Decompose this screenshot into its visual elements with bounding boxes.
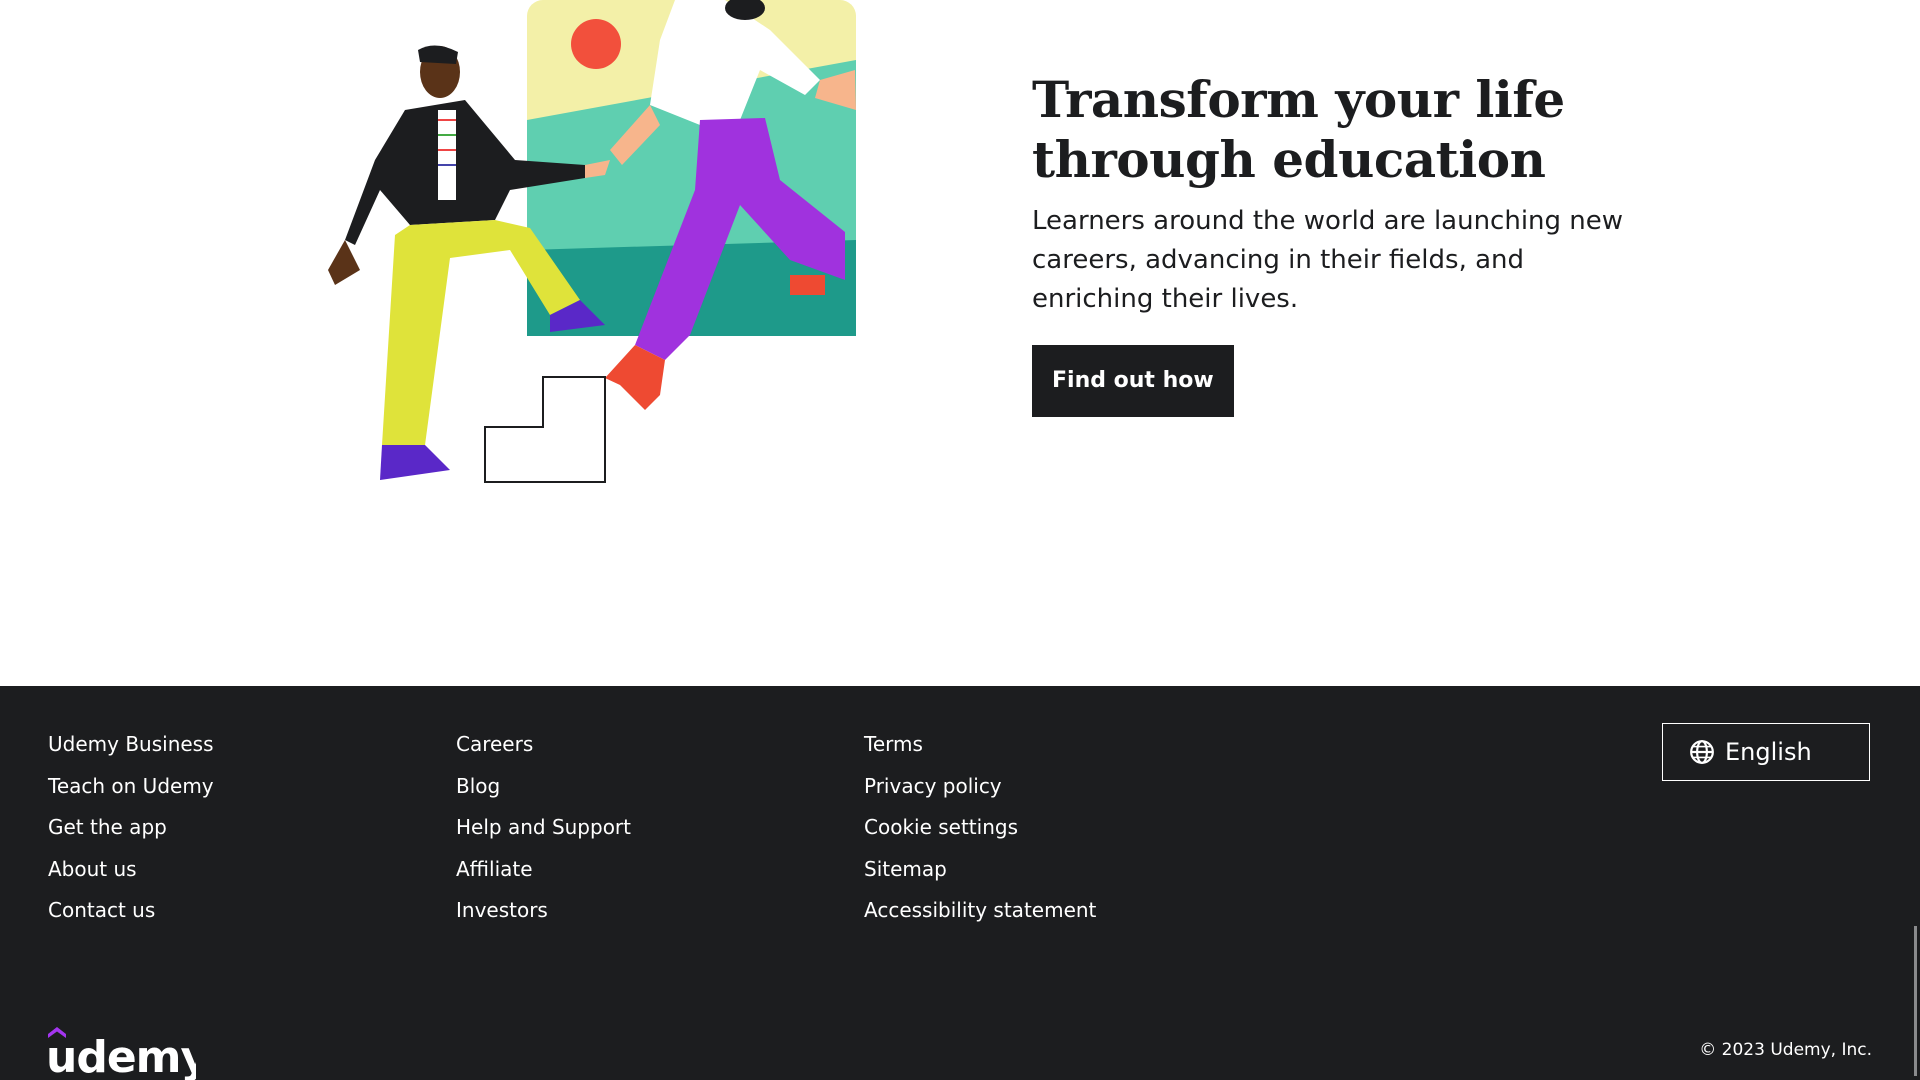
hero-text-block: Transform your life through education Le…	[1032, 70, 1632, 417]
hero-illustration	[328, 0, 856, 483]
footer-link-help-and-support[interactable]: Help and Support	[456, 813, 631, 855]
hero-section: Transform your life through education Le…	[0, 0, 1920, 686]
footer-column-3: Terms Privacy policy Cookie settings Sit…	[864, 730, 1096, 938]
footer-column-2: Careers Blog Help and Support Affiliate …	[456, 730, 631, 938]
copyright-text: © 2023 Udemy, Inc.	[1699, 1040, 1872, 1060]
footer-link-contact-us[interactable]: Contact us	[48, 896, 214, 938]
footer-link-udemy-business[interactable]: Udemy Business	[48, 730, 214, 772]
language-selector-button[interactable]: English	[1662, 723, 1870, 781]
footer-link-sitemap[interactable]: Sitemap	[864, 855, 1096, 897]
footer-link-get-the-app[interactable]: Get the app	[48, 813, 214, 855]
footer-link-terms[interactable]: Terms	[864, 730, 1096, 772]
footer-link-investors[interactable]: Investors	[456, 896, 631, 938]
footer-link-cookie-settings[interactable]: Cookie settings	[864, 813, 1096, 855]
udemy-logo-text: udemy	[46, 1032, 196, 1080]
footer-link-privacy-policy[interactable]: Privacy policy	[864, 772, 1096, 814]
udemy-logo[interactable]: udemy	[46, 1024, 196, 1080]
page: Transform your life through education Le…	[0, 0, 1920, 1080]
footer-link-accessibility-statement[interactable]: Accessibility statement	[864, 896, 1096, 938]
footer: Udemy Business Teach on Udemy Get the ap…	[0, 686, 1920, 1080]
hero-title: Transform your life through education	[1032, 70, 1565, 189]
page-scrollbar[interactable]	[1914, 926, 1917, 1076]
language-label: English	[1725, 738, 1812, 766]
find-out-how-button[interactable]: Find out how	[1032, 345, 1234, 417]
footer-link-blog[interactable]: Blog	[456, 772, 631, 814]
globe-icon	[1690, 740, 1714, 764]
footer-column-1: Udemy Business Teach on Udemy Get the ap…	[48, 730, 214, 938]
footer-link-teach-on-udemy[interactable]: Teach on Udemy	[48, 772, 214, 814]
hero-subtitle: Learners around the world are launching …	[1032, 206, 1624, 314]
footer-link-affiliate[interactable]: Affiliate	[456, 855, 631, 897]
footer-link-about-us[interactable]: About us	[48, 855, 214, 897]
footer-link-careers[interactable]: Careers	[456, 730, 631, 772]
